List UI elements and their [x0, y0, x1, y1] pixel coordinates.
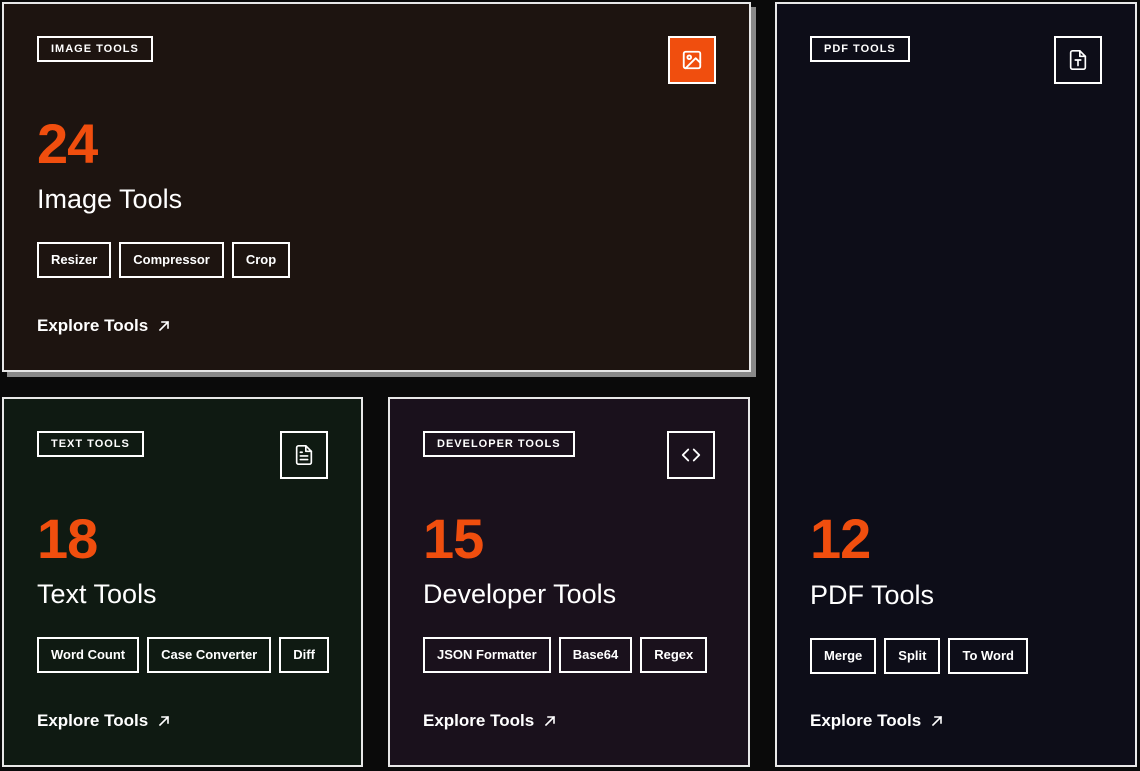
category-tag: TEXT TOOLS: [37, 431, 144, 457]
chip-merge[interactable]: Merge: [810, 638, 877, 674]
explore-tools-link[interactable]: Explore Tools: [810, 711, 943, 731]
arrow-up-right-icon: [545, 715, 556, 727]
pdf-file-icon: [1054, 36, 1102, 84]
tool-count: 18: [37, 507, 98, 570]
explore-label: Explore Tools: [37, 711, 149, 730]
chip-json-formatter[interactable]: JSON Formatter: [423, 637, 551, 673]
tool-chips: Merge Split To Word: [810, 638, 1028, 674]
chip-split[interactable]: Split: [884, 638, 941, 674]
explore-tools-link[interactable]: Explore Tools: [37, 316, 170, 336]
text-tools-card[interactable]: TEXT TOOLS 18 Text Tools Word Count Case…: [2, 397, 363, 767]
tool-count: 15: [423, 507, 484, 570]
image-icon: [668, 36, 716, 84]
explore-tools-link[interactable]: Explore Tools: [37, 711, 170, 731]
category-tag: DEVELOPER TOOLS: [423, 431, 575, 457]
chip-crop[interactable]: Crop: [231, 242, 291, 278]
arrow-up-right-icon: [159, 715, 170, 727]
category-tag: PDF TOOLS: [810, 36, 910, 62]
chip-regex[interactable]: Regex: [640, 637, 708, 673]
tool-count: 24: [37, 112, 98, 175]
chip-word-count[interactable]: Word Count: [37, 637, 140, 673]
chip-case-converter[interactable]: Case Converter: [147, 637, 272, 673]
explore-label: Explore Tools: [810, 711, 922, 730]
explore-label: Explore Tools: [37, 316, 149, 335]
explore-label: Explore Tools: [423, 711, 535, 730]
code-icon: [667, 431, 715, 479]
chip-to-word[interactable]: To Word: [948, 638, 1028, 674]
category-tag: IMAGE TOOLS: [37, 36, 153, 62]
tool-chips: Word Count Case Converter Diff: [37, 637, 329, 673]
arrow-up-right-icon: [159, 320, 170, 332]
chip-compressor[interactable]: Compressor: [119, 242, 224, 278]
tool-count: 12: [810, 507, 871, 570]
arrow-up-right-icon: [932, 715, 943, 727]
card-title: PDF Tools: [810, 580, 935, 610]
document-icon: [280, 431, 328, 479]
developer-tools-card[interactable]: DEVELOPER TOOLS 15 Developer Tools JSON …: [388, 397, 750, 767]
tool-chips: JSON Formatter Base64 Regex: [423, 637, 708, 673]
chip-diff[interactable]: Diff: [279, 637, 329, 673]
card-title: Image Tools: [37, 184, 183, 214]
card-title: Developer Tools: [423, 579, 617, 609]
tool-chips: Resizer Compressor Crop: [37, 242, 291, 278]
chip-resizer[interactable]: Resizer: [37, 242, 112, 278]
card-title: Text Tools: [37, 579, 157, 609]
chip-base64[interactable]: Base64: [558, 637, 633, 673]
image-tools-card[interactable]: IMAGE TOOLS 24 Image Tools Resizer Compr…: [2, 2, 751, 372]
pdf-tools-card[interactable]: PDF TOOLS 12 PDF Tools Merge Split To Wo…: [775, 2, 1137, 767]
explore-tools-link[interactable]: Explore Tools: [423, 711, 556, 731]
